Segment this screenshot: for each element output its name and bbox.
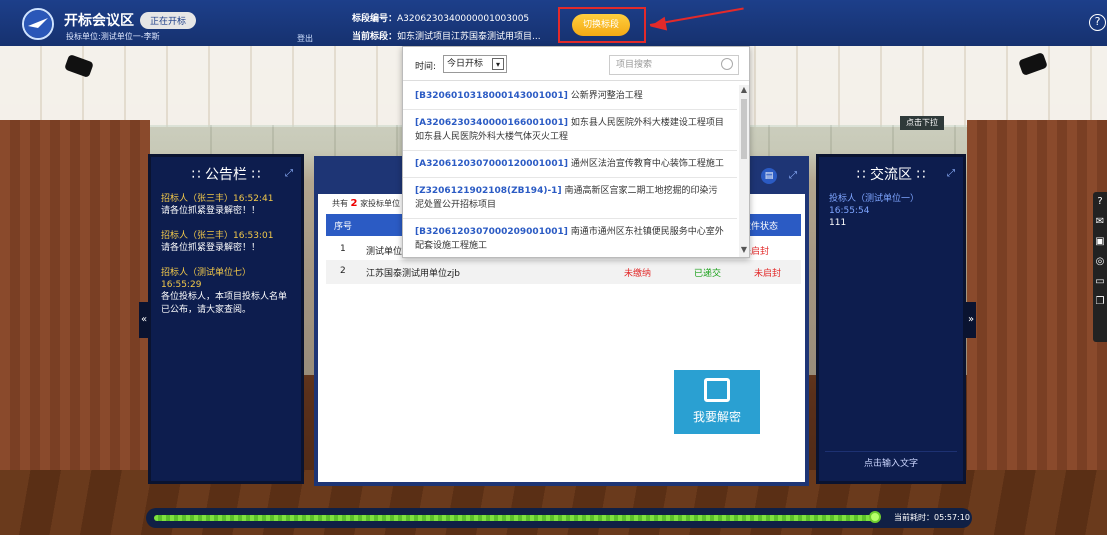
- row-deposit: 已递交: [694, 269, 722, 279]
- section-number-label: 标段编号：: [352, 14, 398, 24]
- column-no: 序号: [334, 222, 353, 232]
- progress-knob[interactable]: [869, 511, 882, 523]
- pull-down-tag[interactable]: 点击下拉: [900, 116, 944, 130]
- message-header: 招标人（测试单位七）16:55:29: [161, 268, 252, 290]
- row-unit: 江苏国泰测试用单位zjb: [366, 269, 460, 279]
- list-item[interactable]: [Z3206121902108(ZB194)-1] 南通高新区宫家二期工地挖掘的…: [403, 178, 737, 219]
- top-header: 开标会议区 正在开标 投标单位:测试单位一-李斯 登出 标段编号：A320623…: [0, 0, 1107, 46]
- app-title: 开标会议区: [64, 13, 134, 29]
- table-row[interactable]: 2 江苏国泰测试用单位zjb 未缴纳 已递交 未启封: [326, 260, 801, 284]
- count-suffix: 家投标单位: [360, 199, 401, 208]
- notice-message: 招标人（张三丰）16:53:01 请各位抓紧登录解密！！: [151, 230, 301, 255]
- decrypt-button[interactable]: 我要解密: [674, 370, 760, 434]
- notice-title-text: 公告栏: [205, 167, 247, 183]
- scroll-thumb[interactable]: [741, 99, 747, 159]
- elapsed-time: 当前耗时：05:57:10: [894, 513, 970, 522]
- project-name: 通州区法治宣传教育中心装饰工程施工: [570, 159, 724, 169]
- bidder-count: 共有 2 家投标单位: [332, 198, 400, 209]
- project-code: [Z3206121902108(ZB194)-1]: [415, 186, 562, 196]
- current-section: 当前标段：如东测试项目江苏国泰测试用项目...: [352, 29, 541, 42]
- side-toolbar: ? ✉ ▣ ◎ ▭ ❐: [1093, 192, 1107, 342]
- progress-track: [154, 515, 880, 521]
- list-item[interactable]: [A3206120307000120001001] 通州区法治宣传教育中心装饰工…: [403, 151, 737, 178]
- help-icon[interactable]: ?: [1093, 192, 1107, 212]
- project-code: [B3206010318000143001001]: [415, 91, 568, 101]
- chat-title: ∷ 交流区 ∷: [856, 167, 926, 183]
- list-item[interactable]: [B3206010318000143001001] 公新界河整治工程: [403, 83, 737, 110]
- print-icon[interactable]: ▤: [761, 168, 777, 184]
- notice-message: 招标人（张三丰）16:52:41 请各位抓紧登录解密！！: [151, 193, 301, 218]
- section-number: 标段编号：A3206230340000001003005: [352, 11, 529, 24]
- search-icon[interactable]: [721, 58, 733, 70]
- document-icon[interactable]: ▣: [1093, 232, 1107, 252]
- wall-left: [0, 120, 150, 500]
- row-no: 1: [340, 244, 346, 254]
- mail-icon[interactable]: ✉: [1093, 212, 1107, 232]
- unlock-icon: [704, 378, 730, 402]
- scroll-down-icon[interactable]: ▼: [739, 245, 749, 257]
- switch-section-button[interactable]: 切换标段: [572, 14, 630, 36]
- row-no: 2: [340, 266, 346, 276]
- message-body: 各位投标人，本项目投标人名单已公布，请大家查阅。: [161, 292, 288, 315]
- list-item[interactable]: [A3206230340000166001001] 如东县人民医院外科大楼建设工…: [403, 110, 737, 151]
- logout-link[interactable]: 登出: [297, 33, 313, 44]
- notice-messages: 招标人（张三丰）16:52:41 请各位抓紧登录解密！！ 招标人（张三丰）16:5…: [151, 193, 301, 317]
- wall-right: [967, 120, 1107, 500]
- project-code: [A3206120307000120001001]: [415, 159, 568, 169]
- row-status: 未启封: [754, 269, 782, 279]
- chevron-down-icon: ▾: [492, 58, 504, 70]
- expand-icon[interactable]: ⤢: [789, 170, 797, 181]
- notice-message: 招标人（测试单位七）16:55:29 各位投标人，本项目投标人名单已公布，请大家查…: [151, 267, 301, 317]
- collapse-left-icon[interactable]: «: [139, 302, 149, 338]
- popup-filter-bar: 时间: 今日开标 ▾ 项目搜索: [403, 47, 749, 81]
- annotation-arrow-icon: [648, 16, 668, 34]
- scroll-up-icon[interactable]: ▲: [739, 85, 749, 97]
- project-list: [B3206010318000143001001] 公新界河整治工程 [A320…: [403, 83, 737, 259]
- expand-icon[interactable]: ⤢: [283, 168, 295, 180]
- time-label: 时间:: [415, 62, 437, 72]
- copy-icon[interactable]: ❐: [1093, 292, 1107, 312]
- message-header: 招标人（张三丰）16:52:41: [161, 194, 274, 204]
- section-number-value: A3206230340000001003005: [397, 14, 530, 24]
- collapse-right-icon[interactable]: »: [966, 302, 976, 338]
- comment-icon[interactable]: ◎: [1093, 252, 1107, 272]
- message-body: 请各位抓紧登录解密！！: [161, 243, 261, 253]
- count-value: 2: [350, 198, 358, 209]
- status-badge: 正在开标: [140, 12, 197, 29]
- chat-title-text: 交流区: [870, 167, 912, 183]
- help-icon[interactable]: ?: [1089, 14, 1106, 31]
- notice-title: ∷ 公告栏 ∷: [191, 167, 261, 183]
- chat-messages: 投标人（测试单位一）16:55:54 111: [819, 193, 963, 230]
- app-logo: [22, 8, 54, 40]
- project-code: [B3206120307000209001001]: [415, 227, 568, 237]
- chat-message: 投标人（测试单位一）16:55:54 111: [819, 193, 963, 230]
- message-body: 111: [829, 218, 847, 228]
- time-select-value: 今日开标: [447, 59, 484, 69]
- notice-board: ∷ 公告栏 ∷ ⤢ 招标人（张三丰）16:52:41 请各位抓紧登录解密！！ 招标…: [148, 154, 304, 484]
- message-header: 投标人（测试单位一）16:55:54: [829, 194, 920, 216]
- search-placeholder: 项目搜索: [616, 60, 653, 70]
- row-fee: 未缴纳: [624, 269, 652, 279]
- chat-panel: ∷ 交流区 ∷ ⤢ 投标人（测试单位一）16:55:54 111 点击输入文字: [816, 154, 966, 484]
- count-prefix: 共有: [332, 199, 348, 208]
- list-scrollbar[interactable]: ▲ ▼: [739, 85, 749, 257]
- expand-icon[interactable]: ⤢: [945, 168, 957, 180]
- bidder-info: 投标单位:测试单位一-李斯: [66, 32, 160, 41]
- message-header: 招标人（张三丰）16:53:01: [161, 231, 274, 241]
- project-name: 公新界河整治工程: [570, 91, 643, 101]
- project-code: [A3206230340000166001001]: [415, 118, 568, 128]
- row-unit: 测试单位: [366, 247, 403, 257]
- message-body: 请各位抓紧登录解密！！: [161, 206, 261, 216]
- current-section-label: 当前标段：: [352, 32, 398, 42]
- decrypt-label: 我要解密: [692, 410, 741, 424]
- project-search-input[interactable]: 项目搜索: [609, 55, 739, 75]
- time-select[interactable]: 今日开标 ▾: [443, 55, 507, 73]
- section-switch-popup: 时间: 今日开标 ▾ 项目搜索 [B3206010318000143001001]…: [402, 46, 750, 258]
- chat-input[interactable]: 点击输入文字: [825, 451, 957, 475]
- current-section-value: 如东测试项目江苏国泰测试用项目...: [397, 32, 541, 42]
- time-progress-bar: 当前耗时：05:57:10: [146, 508, 972, 528]
- chat-icon[interactable]: ▭: [1093, 272, 1107, 292]
- list-item[interactable]: [B3206120307000209001001] 南通市通州区东社镇便民服务中…: [403, 219, 737, 259]
